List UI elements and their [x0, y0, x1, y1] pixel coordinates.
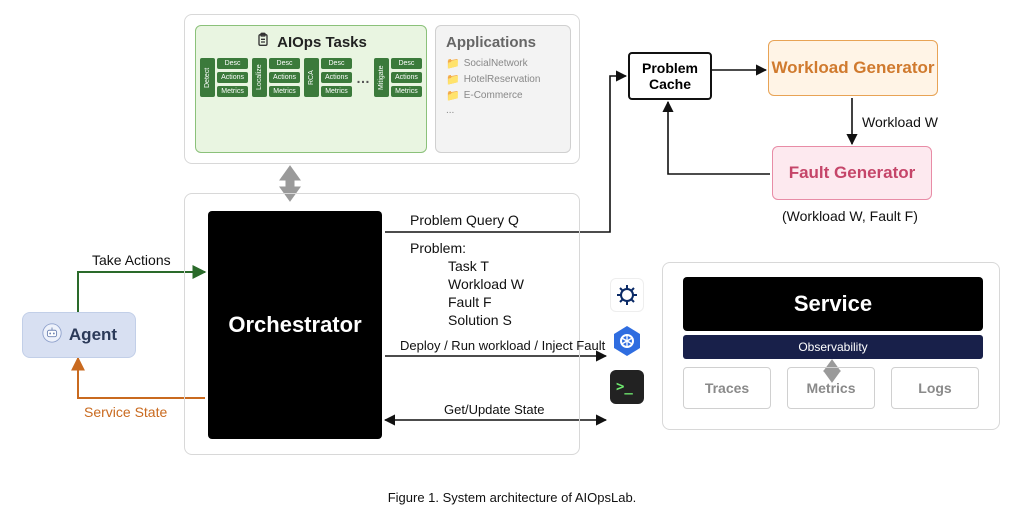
ellipsis-icon: …	[356, 70, 370, 86]
problem-line: Fault F	[448, 294, 492, 310]
app-name: SocialNetwork	[464, 58, 528, 69]
deploy-icon-column: >_	[610, 278, 644, 404]
task-pill: Metrics	[269, 86, 300, 97]
task-pill: Actions	[391, 72, 422, 83]
problem-line: Workload W	[448, 276, 524, 292]
application-item: 📁 E-Commerce	[446, 89, 560, 102]
task-pill: Desc	[217, 58, 248, 69]
task-pill: Desc	[269, 58, 300, 69]
task-pill: Actions	[217, 72, 248, 83]
app-name: ...	[446, 105, 454, 116]
agent-box: Agent	[22, 312, 136, 358]
problem-line: Solution S	[448, 312, 512, 328]
problem-cache-label: Problem Cache	[630, 60, 710, 92]
top-group-panel: AIOps Tasks Detect Desc Actions Metrics …	[184, 14, 580, 164]
state-line-label: Get/Update State	[444, 402, 544, 417]
problem-line: Task T	[448, 258, 489, 274]
fault-out-label: (Workload W, Fault F)	[782, 208, 918, 224]
orchestrator-label: Orchestrator	[228, 312, 361, 338]
aiops-title-text: AIOps Tasks	[277, 34, 367, 51]
folder-icon: 📁	[446, 57, 460, 70]
telemetry-logs: Logs	[891, 367, 979, 409]
problem-query-label: Problem Query Q	[410, 212, 519, 228]
service-box: Service	[683, 277, 983, 331]
terminal-icon: >_	[610, 370, 644, 404]
agent-label: Agent	[69, 325, 117, 345]
aiops-tasks-panel: AIOps Tasks Detect Desc Actions Metrics …	[195, 25, 427, 153]
problem-cache-box: Problem Cache	[628, 52, 712, 100]
figure-caption: Figure 1. System architecture of AIOpsLa…	[0, 490, 1024, 505]
kubernetes-icon	[610, 324, 644, 358]
service-label: Service	[794, 291, 872, 317]
deploy-line-label: Deploy / Run workload / Inject Fault	[400, 338, 605, 353]
telemetry-metrics: Metrics	[787, 367, 875, 409]
task-col: RCA Desc Actions Metrics	[304, 58, 352, 97]
application-item: 📁 HotelReservation	[446, 73, 560, 86]
task-pill: Desc	[391, 58, 422, 69]
task-pill: Actions	[269, 72, 300, 83]
telemetry-traces: Traces	[683, 367, 771, 409]
task-col: Mitigate Desc Actions Metrics	[374, 58, 422, 97]
service-state-label: Service State	[84, 404, 167, 420]
fault-generator-box: Fault Generator	[772, 146, 932, 200]
service-panel: Service Observability Traces Metrics Log…	[662, 262, 1000, 430]
task-pill: Metrics	[321, 86, 352, 97]
folder-icon: 📁	[446, 73, 460, 86]
folder-icon: 📁	[446, 89, 460, 102]
task-col-label: Mitigate	[374, 58, 389, 97]
orchestrator-box: Orchestrator	[208, 211, 382, 439]
helm-icon	[610, 278, 644, 312]
workload-generator-box: Workload Generator	[768, 40, 938, 96]
terminal-glyph: >_	[616, 379, 633, 395]
applications-title: Applications	[446, 34, 560, 51]
robot-icon	[41, 322, 63, 349]
task-pill: Desc	[321, 58, 352, 69]
application-item: ...	[446, 105, 560, 116]
aiops-tasks-title: AIOps Tasks	[255, 32, 367, 52]
workload-generator-label: Workload Generator	[771, 58, 934, 78]
task-col: Localize Desc Actions Metrics	[252, 58, 300, 97]
problem-header: Problem:	[410, 240, 466, 256]
application-item: 📁 SocialNetwork	[446, 57, 560, 70]
task-pill: Metrics	[391, 86, 422, 97]
task-pill: Metrics	[217, 86, 248, 97]
applications-list: 📁 SocialNetwork 📁 HotelReservation 📁 E-Comm…	[446, 57, 560, 116]
task-col-label: Detect	[200, 58, 215, 97]
take-actions-label: Take Actions	[92, 252, 171, 268]
applications-panel: Applications 📁 SocialNetwork 📁 HotelReserv…	[435, 25, 571, 153]
observability-label: Observability	[798, 340, 867, 354]
workload-out-label: Workload W	[862, 114, 938, 130]
task-col-label: Localize	[252, 58, 267, 97]
telemetry-row: Traces Metrics Logs	[683, 367, 979, 409]
observability-bar: Observability	[683, 335, 983, 359]
task-col: Detect Desc Actions Metrics	[200, 58, 248, 97]
clipboard-icon	[255, 32, 271, 52]
app-name: E-Commerce	[464, 90, 523, 101]
task-col-label: RCA	[304, 58, 319, 97]
aiops-task-cards: Detect Desc Actions Metrics Localize Des…	[200, 58, 422, 97]
fault-generator-label: Fault Generator	[789, 163, 916, 183]
app-name: HotelReservation	[464, 74, 541, 85]
task-pill: Actions	[321, 72, 352, 83]
